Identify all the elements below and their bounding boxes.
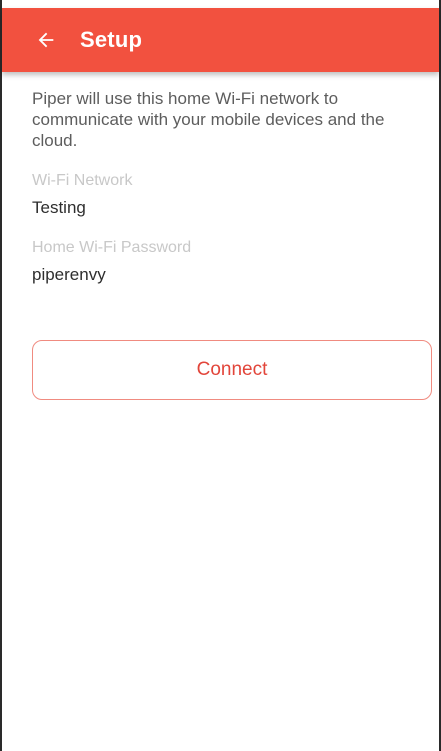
connect-button[interactable]: Connect xyxy=(32,340,432,400)
intro-text: Piper will use this home Wi-Fi network t… xyxy=(32,89,385,150)
wifi-network-label: Wi-Fi Network xyxy=(32,172,133,189)
setup-content: Piper will use this home Wi-Fi network t… xyxy=(32,88,411,285)
page-title: Setup xyxy=(80,27,143,52)
wifi-network-input[interactable] xyxy=(32,197,411,218)
wifi-password-field[interactable]: Home Wi-Fi Password xyxy=(32,238,411,285)
wifi-password-input[interactable] xyxy=(32,264,411,285)
setup-screen: Setup Piper will use this home Wi-Fi net… xyxy=(0,0,441,751)
app-bar: Setup xyxy=(2,8,439,72)
back-button[interactable] xyxy=(30,24,62,56)
wifi-password-label: Home Wi-Fi Password xyxy=(32,239,192,256)
wifi-network-field[interactable]: Wi-Fi Network xyxy=(32,171,411,218)
arrow-left-icon xyxy=(38,32,54,48)
